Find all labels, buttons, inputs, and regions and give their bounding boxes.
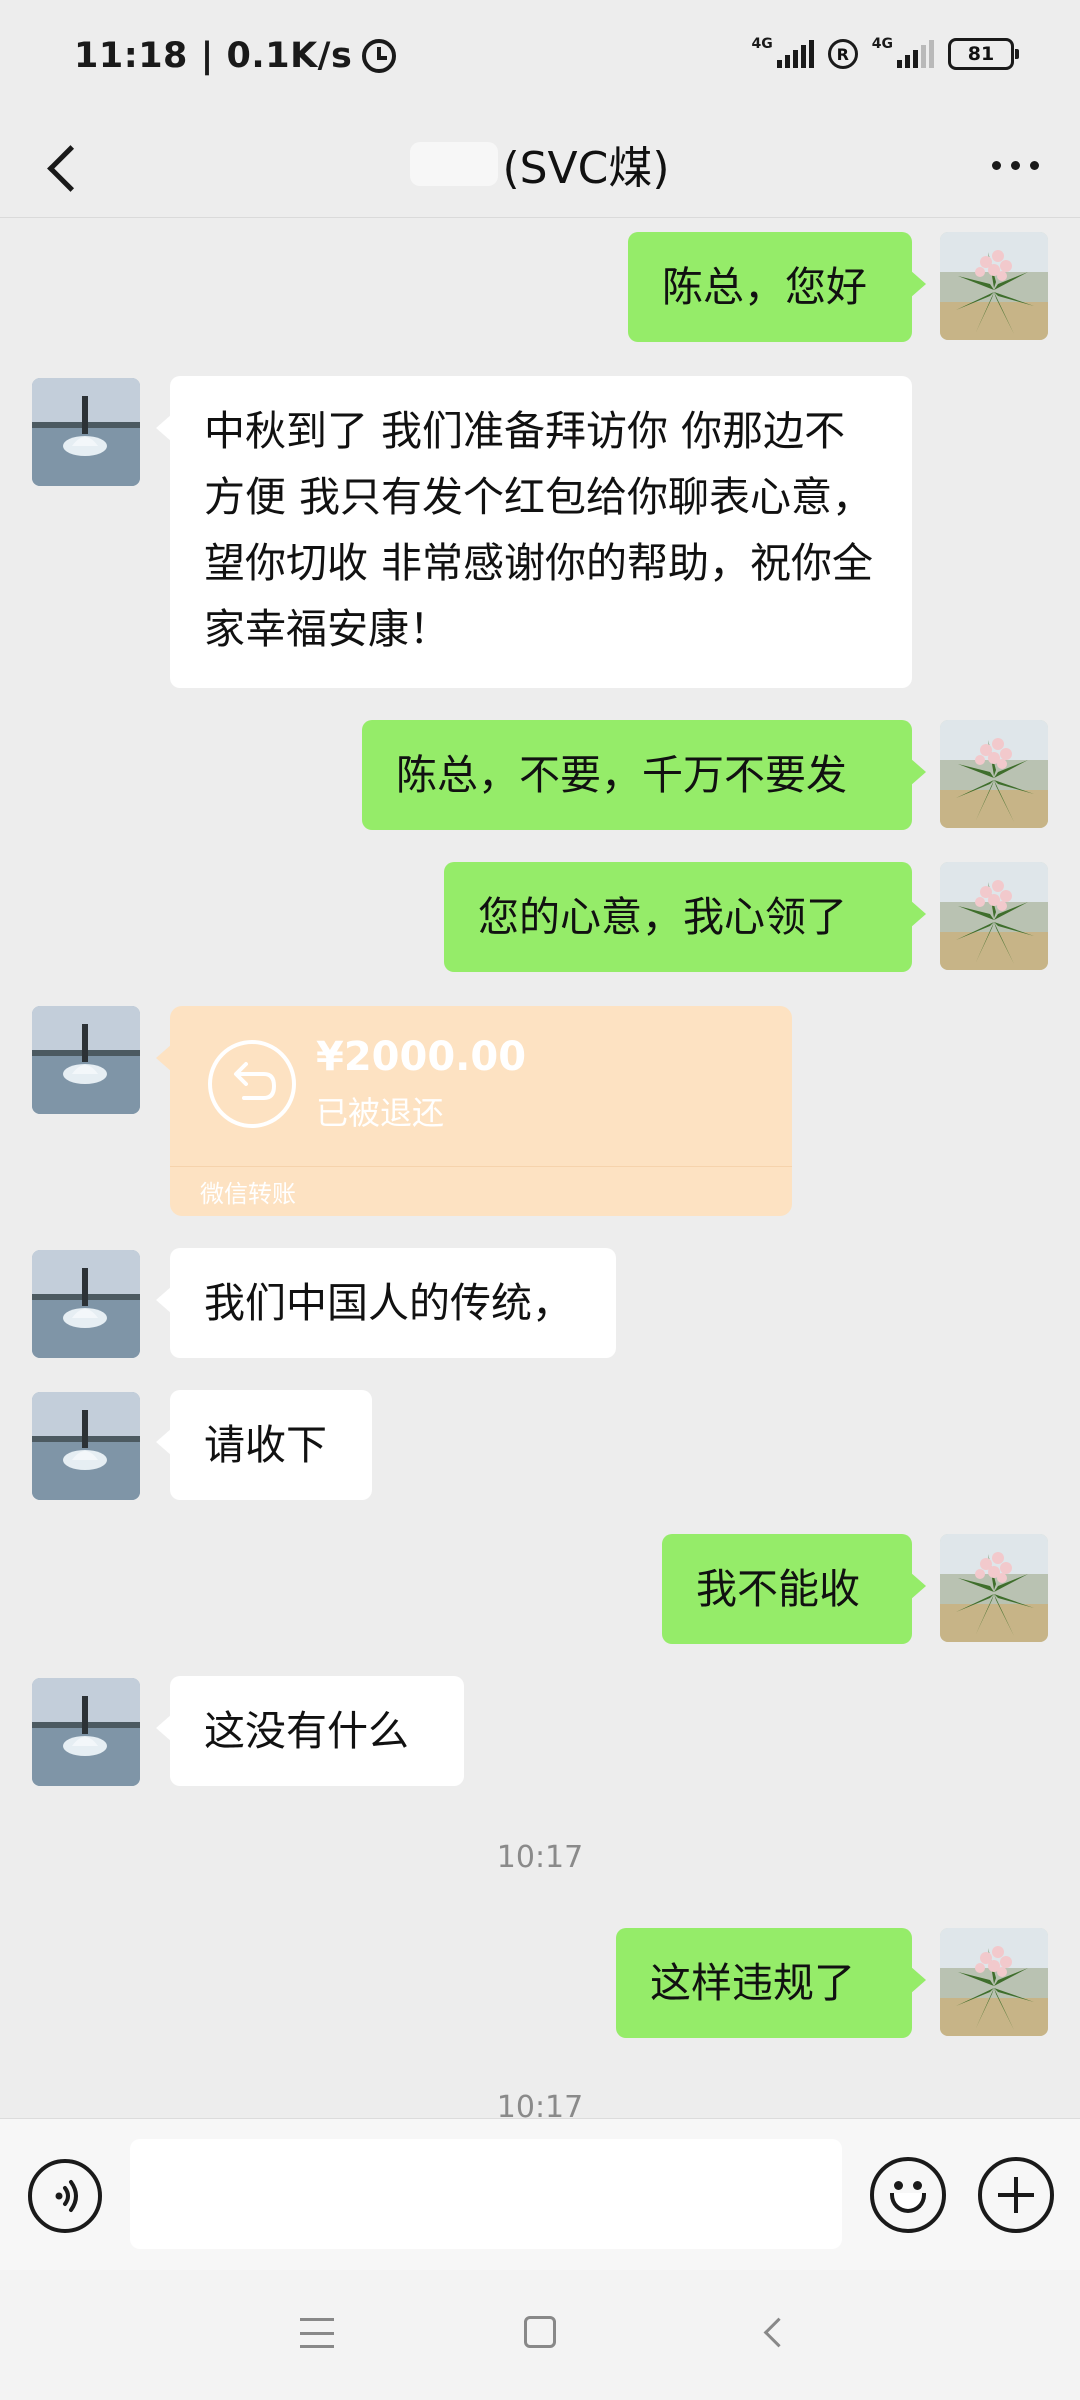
transfer-divider: [170, 1166, 792, 1167]
message-text: 陈总，您好: [662, 263, 867, 311]
chat-header: (SVC煤): [0, 112, 1080, 218]
system-back-icon[interactable]: [760, 2318, 788, 2346]
transfer-label: 微信转账: [200, 1180, 296, 1208]
avatar-self[interactable]: [940, 1928, 1048, 2036]
plus-icon[interactable]: [978, 2157, 1054, 2233]
transfer-amount: ¥2000.00: [316, 1034, 527, 1080]
transfer-card[interactable]: ¥2000.00 已被退还 微信转账: [156, 1006, 792, 1216]
battery-level: 81: [967, 43, 995, 65]
network-type-2: 4G: [871, 36, 893, 52]
chat-title: (SVC煤): [502, 143, 670, 194]
message-bubble-sent[interactable]: 这样违规了: [616, 1928, 926, 2038]
avatar-self[interactable]: [940, 1534, 1048, 1642]
status-indicators: 4G R 4G 81: [751, 36, 1019, 70]
timestamp: 10:17: [496, 1840, 584, 1875]
return-arrow-icon: [208, 1040, 296, 1128]
message-bubble-received[interactable]: 请收下: [156, 1390, 372, 1500]
recent-apps-icon[interactable]: [300, 2318, 334, 2348]
message-text: 您的心意，我心领了: [478, 893, 847, 941]
message-bubble-sent[interactable]: 我不能收: [662, 1534, 926, 1644]
registered-icon: R: [827, 39, 858, 69]
signal-icon-2: [897, 40, 934, 68]
message-text: 这没有什么: [204, 1707, 409, 1755]
network-type-1: 4G: [751, 36, 773, 52]
message-text: 我们中国人的传统，: [204, 1279, 573, 1327]
message-text: 这样违规了: [650, 1959, 855, 2007]
message-text: 中秋到了 我们准备拜访你 你那边不方便 我只有发个红包给你聊表心意，望你切收 非…: [204, 407, 874, 653]
redacted-name: [410, 142, 499, 186]
avatar-contact[interactable]: [32, 1678, 140, 1786]
alarm-icon: [362, 39, 397, 73]
avatar-contact[interactable]: [32, 1250, 140, 1358]
chat-title-wrap: (SVC煤): [0, 132, 1080, 196]
message-text: 请收下: [204, 1421, 327, 1469]
voice-icon[interactable]: [28, 2159, 102, 2233]
message-bubble-received[interactable]: 中秋到了 我们准备拜访你 你那边不方便 我只有发个红包给你聊表心意，望你切收 非…: [156, 376, 912, 688]
signal-icon-1: [776, 40, 814, 68]
transfer-status: 已被退还: [316, 1094, 445, 1132]
time-speed-text: 11:18 | 0.1K/s: [74, 36, 353, 76]
avatar-contact[interactable]: [32, 1006, 140, 1114]
status-time: 11:18 | 0.1K/s: [74, 36, 397, 76]
avatar-contact[interactable]: [32, 378, 140, 486]
avatar-self[interactable]: [940, 232, 1048, 340]
more-icon[interactable]: [980, 140, 1050, 190]
avatar-self[interactable]: [940, 720, 1048, 828]
message-bubble-sent[interactable]: 陈总，不要，千万不要发: [362, 720, 926, 830]
avatar-contact[interactable]: [32, 1392, 140, 1500]
system-nav-bar: [0, 2270, 1080, 2400]
input-bar: [0, 2118, 1080, 2270]
emoji-icon[interactable]: [870, 2157, 946, 2233]
message-bubble-sent[interactable]: 您的心意，我心领了: [444, 862, 926, 972]
message-bubble-received[interactable]: 我们中国人的传统，: [156, 1248, 616, 1358]
message-input[interactable]: [130, 2139, 842, 2249]
message-bubble-sent[interactable]: 陈总，您好: [628, 232, 926, 342]
home-icon[interactable]: [524, 2316, 556, 2348]
avatar-self[interactable]: [940, 862, 1048, 970]
message-text: 陈总，不要，千万不要发: [396, 751, 847, 799]
message-text: 我不能收: [696, 1565, 860, 1613]
battery-icon: 81: [948, 38, 1019, 70]
message-bubble-received[interactable]: 这没有什么: [156, 1676, 464, 1786]
status-bar: 11:18 | 0.1K/s 4G R 4G 81: [0, 0, 1080, 112]
